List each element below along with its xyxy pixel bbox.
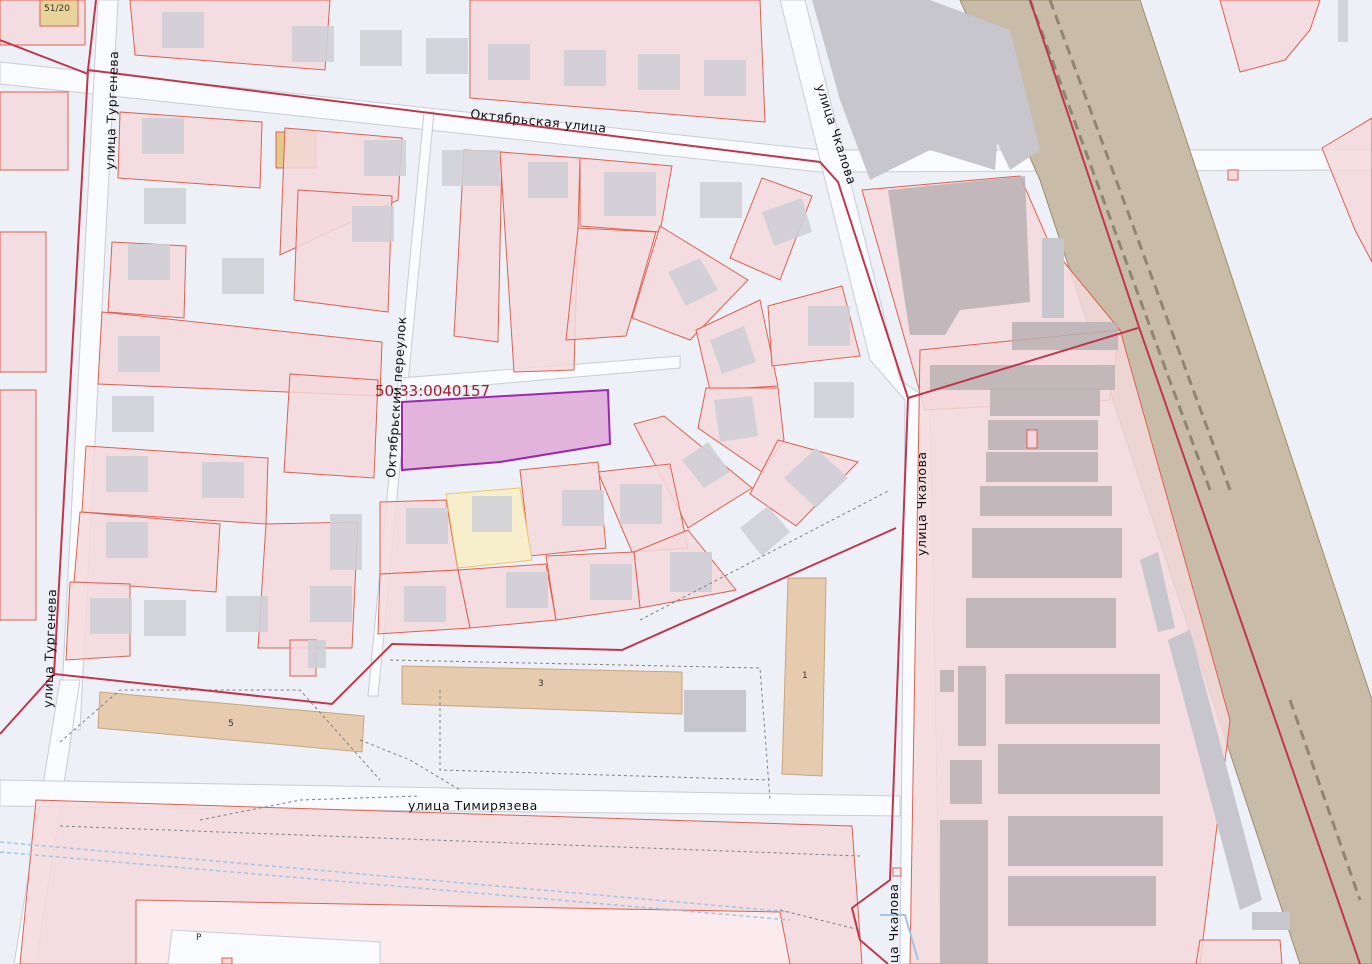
building	[90, 598, 132, 634]
building	[142, 118, 184, 154]
building	[528, 162, 568, 198]
building	[638, 54, 680, 90]
building	[308, 640, 326, 668]
industrial-building	[1008, 876, 1156, 926]
building	[1042, 238, 1064, 318]
building	[106, 522, 148, 558]
building	[442, 150, 500, 186]
industrial-building	[980, 486, 1112, 516]
cadastral-map[interactable]: 50:33:0040157 5 3 1 51/20 P Октябрьская …	[0, 0, 1372, 964]
building	[202, 462, 244, 498]
building	[488, 44, 530, 80]
parcel	[0, 91, 69, 171]
industrial-building	[986, 452, 1098, 482]
building	[222, 258, 264, 294]
industrial-building	[940, 820, 988, 964]
building	[426, 38, 468, 74]
industrial-building	[1012, 322, 1118, 350]
building	[506, 572, 548, 608]
building	[700, 182, 742, 218]
building	[604, 172, 656, 216]
building	[330, 514, 362, 570]
building	[352, 206, 394, 242]
building	[106, 456, 148, 492]
industrial-building	[940, 670, 954, 692]
parcel	[0, 231, 47, 373]
parking-mark: P	[196, 933, 202, 943]
industrial-building	[990, 388, 1100, 416]
building	[292, 26, 334, 62]
house-number-5: 5	[228, 719, 234, 729]
parcel	[283, 373, 379, 479]
industrial-building	[966, 598, 1116, 648]
building	[404, 586, 446, 622]
house-number-3: 3	[538, 679, 544, 689]
building	[620, 484, 662, 524]
industrial-building	[972, 528, 1122, 578]
industrial-building	[930, 365, 1115, 390]
building	[564, 50, 606, 86]
parcel	[1195, 939, 1283, 964]
building	[808, 306, 850, 346]
building	[144, 188, 186, 224]
building	[562, 490, 604, 526]
building	[118, 336, 160, 372]
building	[704, 60, 746, 96]
small-parcel	[1227, 169, 1239, 181]
building	[590, 564, 632, 600]
garage-building	[684, 690, 746, 732]
building	[310, 586, 352, 622]
parcel	[117, 111, 263, 189]
building	[360, 30, 402, 66]
industrial-building	[958, 666, 986, 746]
industrial-building	[988, 420, 1098, 450]
street-label-chkalova-mid: улица Чкалова	[914, 451, 929, 556]
street-label-timiryazeva: улица Тимирязева	[408, 798, 538, 813]
industrial-building	[1005, 674, 1160, 724]
building	[226, 596, 268, 632]
building	[364, 140, 406, 176]
building	[1252, 912, 1290, 930]
building	[1338, 0, 1348, 42]
street-label-chkalova-bottom: улица Чкалова	[886, 883, 901, 964]
industrial-building	[950, 760, 982, 804]
parcels-south: P	[0, 799, 863, 964]
building	[144, 600, 186, 636]
small-parcel	[221, 957, 233, 964]
parcel	[0, 389, 37, 621]
building	[472, 496, 512, 532]
industrial-building	[998, 744, 1160, 794]
building	[814, 382, 854, 418]
building	[128, 244, 170, 280]
industrial-building	[1008, 816, 1163, 866]
building	[714, 396, 758, 442]
building	[112, 396, 154, 432]
house-number-1: 1	[802, 671, 808, 681]
building	[406, 508, 448, 544]
small-parcel	[1026, 429, 1038, 449]
building	[162, 12, 204, 48]
house-number-corner: 51/20	[44, 4, 70, 14]
